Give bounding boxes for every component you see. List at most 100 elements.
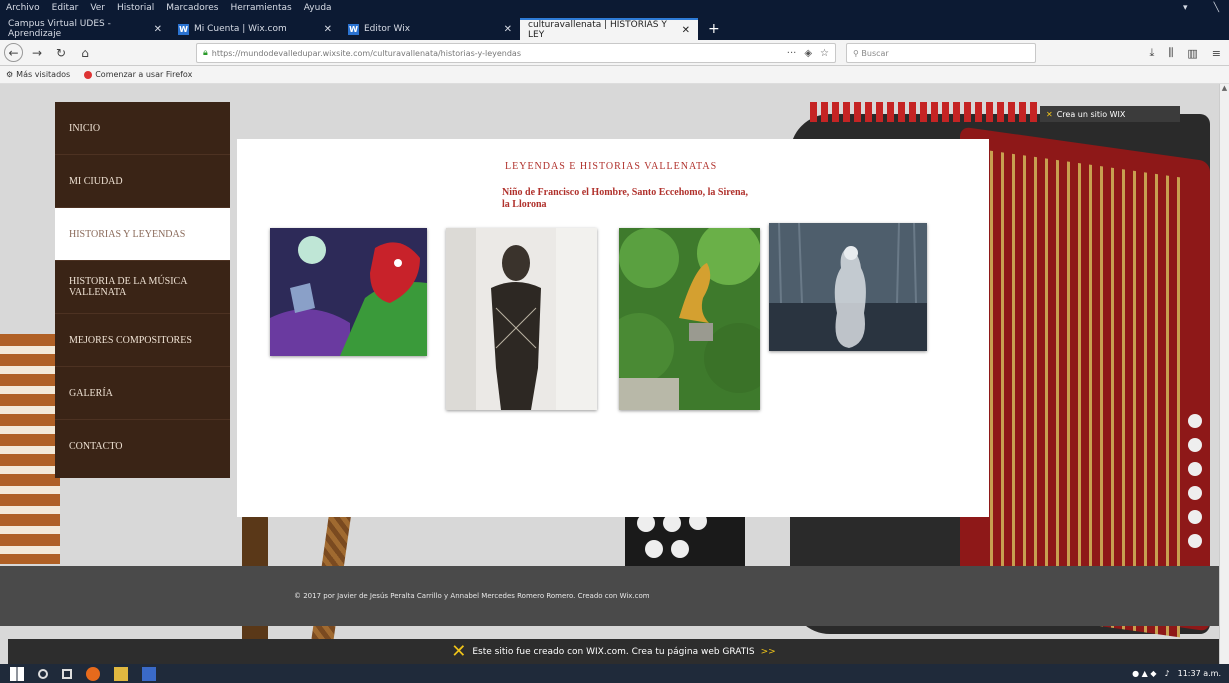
menu-marcadores[interactable]: Marcadores <box>160 3 224 13</box>
menu-ver[interactable]: Ver <box>84 3 111 13</box>
search-input[interactable]: ⚲ Buscar <box>846 43 1036 63</box>
taskbar: ● ▲ ◆ ♪ 11:37 a.m. <box>0 664 1229 683</box>
drum-decoration <box>0 334 60 564</box>
menu-bar: Archivo Editar Ver Historial Marcadores … <box>0 0 1229 16</box>
nav-item-inicio[interactable]: INICIO <box>55 102 230 155</box>
menu-historial[interactable]: Historial <box>111 3 160 13</box>
search-placeholder: Buscar <box>861 48 889 58</box>
santo-eccehomo-image[interactable] <box>446 228 597 410</box>
bookmark-star-icon[interactable]: ☆ <box>820 48 829 59</box>
bookmark-firefox[interactable]: Comenzar a usar Firefox <box>84 70 192 79</box>
close-tab-icon[interactable]: ✕ <box>682 25 690 36</box>
app-taskbar-icon[interactable] <box>142 666 156 681</box>
tab-campus[interactable]: Campus Virtual UDES - Aprendizaje ✕ <box>0 18 170 40</box>
windows-start-icon[interactable] <box>10 666 24 681</box>
accordion-teeth <box>810 102 1040 122</box>
nav-item-galeria[interactable]: GALERÍA <box>55 367 230 420</box>
close-window-icon[interactable]: ╲ <box>1214 3 1219 13</box>
volume-icon[interactable]: ♪ <box>1165 669 1170 678</box>
nav-label: INICIO <box>69 122 101 134</box>
scroll-up-icon[interactable]: ▲ <box>1220 84 1229 92</box>
url-bar[interactable]: 🔒︎ https://mundodevalledupar.wixsite.com… <box>196 43 836 63</box>
francisco-el-hombre-image[interactable] <box>270 228 427 356</box>
page-viewport: ✕ Crea un sitio WIX INICIO MI CIUDAD HIS… <box>0 84 1219 664</box>
downloads-icon[interactable]: ⤓ <box>1149 46 1154 60</box>
site-footer: © 2017 por Javier de Jesús Peralta Carri… <box>0 566 1219 626</box>
page-title: LEYENDAS E HISTORIAS VALLENATAS <box>505 161 718 172</box>
bookmark-label: Comenzar a usar Firefox <box>95 70 193 79</box>
firefox-icon <box>84 70 93 79</box>
close-tab-icon[interactable]: ✕ <box>324 24 332 35</box>
menu-herramientas[interactable]: Herramientas <box>224 3 297 13</box>
minimize-icon[interactable]: ▾ <box>1183 3 1188 13</box>
page-scrollbar[interactable]: ▲ <box>1219 84 1229 664</box>
navigation-toolbar: ← → ↻ ⌂ 🔒︎ https://mundodevalledupar.wix… <box>0 40 1229 66</box>
page-subtitle: Niño de Francisco el Hombre, Santo Ecceh… <box>502 187 749 210</box>
bookmarks-bar: ⚙ Más visitados Comenzar a usar Firefox <box>0 66 1229 84</box>
nav-label: MEJORES COMPOSITORES <box>69 334 192 346</box>
page-actions-icon[interactable]: ··· <box>787 48 797 59</box>
wix-icon: W <box>178 23 189 35</box>
tab-label: culturavallenata | HISTORIAS Y LEY <box>528 20 667 40</box>
wix-banner-text: Este sitio fue creado con WIX.com. Crea … <box>472 646 755 657</box>
url-text: https://mundodevalledupar.wixsite.com/cu… <box>211 48 522 58</box>
accordion-keys <box>1170 414 1219 584</box>
menu-ayuda[interactable]: Ayuda <box>298 3 338 13</box>
search-taskbar-icon[interactable] <box>38 668 48 679</box>
bookmark-label: Más visitados <box>16 70 71 79</box>
file-explorer-icon[interactable] <box>114 666 128 681</box>
sidebar-icon[interactable]: ▥ <box>1187 47 1197 60</box>
tab-label: Campus Virtual UDES - Aprendizaje <box>8 19 111 39</box>
footer-text: © 2017 por Javier de Jesús Peralta Carri… <box>294 592 650 600</box>
task-view-icon[interactable] <box>62 668 72 679</box>
content-panel: LEYENDAS E HISTORIAS VALLENATAS Niño de … <box>237 139 989 517</box>
gear-icon: ⚙ <box>6 70 14 79</box>
tab-label: Editor Wix <box>364 24 411 34</box>
search-icon: ⚲ <box>853 48 862 58</box>
menu-editar[interactable]: Editar <box>46 3 85 13</box>
back-button[interactable]: ← <box>4 43 23 62</box>
nav-label: HISTORIA DE LA MÚSICA VALLENATA <box>69 276 187 298</box>
nav-item-mejores-compositores[interactable]: MEJORES COMPOSITORES <box>55 314 230 367</box>
tab-editor-wix[interactable]: W Editor Wix ✕ <box>340 18 520 40</box>
wix-x-icon: ✕ <box>451 641 467 662</box>
wix-badge-label: Crea un sitio WIX <box>1056 109 1126 119</box>
tab-mi-cuenta[interactable]: W Mi Cuenta | Wix.com ✕ <box>170 18 340 40</box>
close-tab-icon[interactable]: ✕ <box>504 24 512 35</box>
nav-label: CONTACTO <box>69 441 123 452</box>
site-navigation: INICIO MI CIUDAD HISTORIAS Y LEYENDAS HI… <box>55 102 230 478</box>
forward-button[interactable]: → <box>27 43 47 63</box>
pocket-icon[interactable]: ◈ <box>804 48 812 59</box>
reload-button[interactable]: ↻ <box>51 43 71 63</box>
wix-x-icon: ✕ <box>1046 109 1053 119</box>
nav-item-mi-ciudad[interactable]: MI CIUDAD <box>55 155 230 208</box>
wix-icon: W <box>348 23 359 35</box>
tray-icons[interactable]: ● ▲ ◆ <box>1132 669 1156 678</box>
lock-icon[interactable]: 🔒︎ <box>203 48 208 58</box>
firefox-taskbar-icon[interactable] <box>86 666 100 681</box>
system-tray: ● ▲ ◆ ♪ 11:37 a.m. <box>1132 669 1229 678</box>
library-icon[interactable]: ⫼ <box>1168 46 1173 60</box>
nav-label: GALERÍA <box>69 387 113 399</box>
wix-promo-banner[interactable]: ✕ Este sitio fue creado con WIX.com. Cre… <box>8 639 1219 664</box>
new-tab-button[interactable]: + <box>698 18 730 40</box>
nav-label: MI CIUDAD <box>69 175 123 187</box>
tab-label: Mi Cuenta | Wix.com <box>194 24 287 34</box>
nav-item-contacto[interactable]: CONTACTO <box>55 420 230 473</box>
clock[interactable]: 11:37 a.m. <box>1178 669 1221 678</box>
nav-item-historia-musica[interactable]: HISTORIA DE LA MÚSICA VALLENATA <box>55 261 230 314</box>
create-wix-site-badge[interactable]: ✕ Crea un sitio WIX <box>1040 106 1180 122</box>
llorona-image[interactable] <box>769 223 927 351</box>
bookmark-most-visited[interactable]: ⚙ Más visitados <box>6 70 70 79</box>
accordion-bellows <box>990 150 1180 638</box>
home-button[interactable]: ⌂ <box>75 43 95 63</box>
nav-item-historias-y-leyendas[interactable]: HISTORIAS Y LEYENDAS <box>55 208 230 261</box>
sirena-image[interactable] <box>619 228 760 410</box>
wix-banner-arrow: >> <box>760 646 776 657</box>
nav-label: HISTORIAS Y LEYENDAS <box>69 228 186 240</box>
tab-culturavallenata[interactable]: culturavallenata | HISTORIAS Y LEY ✕ <box>520 18 698 40</box>
tab-strip: Campus Virtual UDES - Aprendizaje ✕ W Mi… <box>0 16 1229 40</box>
menu-archivo[interactable]: Archivo <box>0 3 46 13</box>
close-tab-icon[interactable]: ✕ <box>154 24 162 35</box>
hamburger-menu-icon[interactable]: ≡ <box>1212 47 1221 60</box>
